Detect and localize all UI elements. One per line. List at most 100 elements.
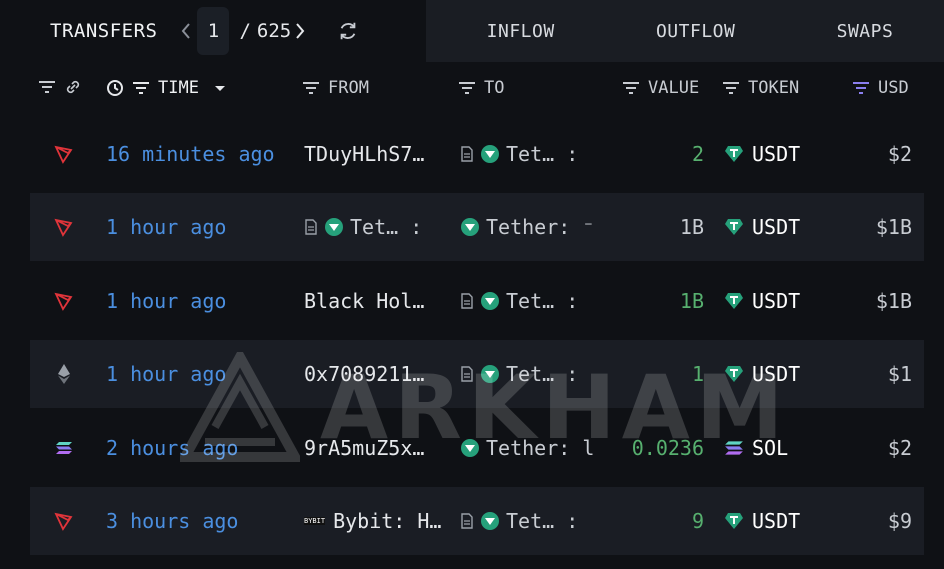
to-label: Tether: ⁻ — [486, 215, 595, 239]
to-address[interactable]: Tether: ⁻ — [460, 193, 594, 261]
contract-doc-icon — [461, 366, 473, 382]
value-column-header[interactable]: VALUE — [622, 78, 699, 98]
transfers-header: TRANSFERS 1 / 625 — [0, 0, 426, 62]
filter-icon[interactable] — [852, 82, 870, 94]
usd-column-label: USD — [878, 78, 909, 98]
usdt-icon — [725, 513, 743, 529]
from-address[interactable]: 0x7089211… — [304, 340, 424, 408]
from-address[interactable]: 9rA5muZ5x… — [304, 414, 424, 482]
chevron-left-icon[interactable] — [177, 18, 195, 44]
value-amount: 1B — [679, 289, 704, 313]
chain-filter[interactable] — [38, 78, 82, 96]
token-symbol: USDT — [752, 362, 801, 386]
token-column-header[interactable]: TOKEN — [722, 78, 799, 98]
time-link[interactable]: 2 hours ago — [106, 414, 238, 482]
tether-icon — [461, 439, 479, 457]
to-column-header[interactable]: TO — [458, 78, 504, 98]
tab-outflow[interactable]: OUTFLOW — [656, 21, 735, 42]
table-row[interactable]: 16 minutes ago TDuyHLhS7… Tet… : 2 USDT … — [30, 120, 924, 188]
to-address[interactable]: Tet… : — [460, 340, 578, 408]
to-address[interactable]: Tet… : — [460, 487, 578, 555]
contract-doc-icon — [305, 219, 317, 235]
column-header: TIME FROM TO VALUE TOKEN USD — [0, 62, 944, 116]
usd-amount: $2 — [887, 142, 912, 166]
tron-icon — [54, 487, 74, 555]
chevron-right-icon[interactable] — [291, 18, 309, 44]
flow-tabs: INFLOW OUTFLOW SWAPS — [426, 0, 944, 62]
from-label: Bybit: H… — [333, 509, 442, 533]
usdt-icon — [725, 293, 743, 309]
usd-amount: $9 — [887, 509, 912, 533]
token-symbol: USDT — [752, 509, 801, 533]
from-address[interactable]: Black Hol… — [304, 267, 424, 335]
usdt-icon — [725, 366, 743, 382]
ethereum-icon — [54, 340, 74, 408]
bybit-logo: BYBIT — [304, 517, 326, 525]
token[interactable]: USDT — [724, 120, 800, 188]
to-address[interactable]: Tet… : — [460, 120, 578, 188]
time-link[interactable]: 1 hour ago — [106, 267, 226, 335]
tab-swaps[interactable]: SWAPS — [837, 21, 894, 42]
page-current-input[interactable]: 1 — [197, 7, 230, 55]
transfers-title: TRANSFERS — [50, 20, 158, 42]
token[interactable]: USDT — [724, 487, 800, 555]
time-link[interactable]: 16 minutes ago — [106, 120, 275, 188]
value-amount: 9 — [691, 509, 704, 533]
to-label: Tet… : — [506, 362, 579, 386]
clock-icon — [107, 80, 123, 96]
token[interactable]: USDT — [724, 193, 800, 261]
link-icon[interactable] — [64, 78, 82, 96]
filter-icon — [39, 81, 55, 93]
filter-icon[interactable] — [622, 82, 640, 94]
tether-icon — [481, 512, 499, 530]
tether-icon — [481, 145, 499, 163]
table-row[interactable]: 1 hour ago Black Hol… Tet… : 1B USDT $1B — [30, 267, 924, 335]
time-link[interactable]: 1 hour ago — [106, 340, 226, 408]
from-address[interactable]: BYBIT Bybit: H… — [304, 487, 441, 555]
table-row[interactable]: 2 hours ago 9rA5muZ5x… Tether: l 0.0236 … — [30, 414, 924, 482]
table-row[interactable]: 1 hour ago 0x7089211… Tet… : 1 USDT $1 — [30, 340, 924, 408]
to-column-label: TO — [484, 78, 505, 98]
time-link[interactable]: 1 hour ago — [106, 193, 226, 261]
token[interactable]: SOL — [724, 414, 788, 482]
tab-inflow[interactable]: INFLOW — [487, 21, 555, 42]
refresh-icon[interactable] — [337, 20, 359, 42]
time-column-label: TIME — [158, 78, 199, 98]
sol-icon — [725, 441, 743, 455]
token[interactable]: USDT — [724, 267, 800, 335]
tron-icon — [54, 193, 74, 261]
tether-icon — [481, 365, 499, 383]
time-link[interactable]: 3 hours ago — [106, 487, 238, 555]
table-row[interactable]: 1 hour ago Tet… : Tether: ⁻ 1B USDT $1B — [30, 193, 924, 261]
table-row[interactable]: 3 hours ago BYBIT Bybit: H… Tet… : 9 USD… — [30, 487, 924, 555]
filter-icon[interactable] — [132, 82, 150, 94]
to-address[interactable]: Tether: l — [460, 414, 594, 482]
value-amount: 2 — [691, 142, 704, 166]
to-label: Tet… : — [506, 509, 579, 533]
filter-icon[interactable] — [458, 82, 476, 94]
time-column-header[interactable]: TIME — [106, 78, 227, 98]
from-address[interactable]: Tet… : — [304, 193, 422, 261]
to-address[interactable]: Tet… : — [460, 267, 578, 335]
to-label: Tet… : — [506, 289, 579, 313]
from-column-header[interactable]: FROM — [302, 78, 369, 98]
sort-desc-icon[interactable] — [213, 83, 227, 93]
filter-icon[interactable] — [302, 82, 320, 94]
pagination: 1 / 625 — [177, 7, 359, 55]
usd-column-header[interactable]: USD — [852, 78, 909, 98]
contract-doc-icon — [461, 146, 473, 162]
page-total: 625 — [256, 20, 292, 42]
filter-icon[interactable] — [722, 82, 740, 94]
value-column-label: VALUE — [648, 78, 700, 98]
tether-icon — [481, 292, 499, 310]
tether-icon — [325, 218, 343, 236]
value-amount: 0.0236 — [631, 436, 704, 460]
token-symbol: USDT — [752, 142, 801, 166]
tron-icon — [54, 120, 74, 188]
token[interactable]: USDT — [724, 340, 800, 408]
token-column-label: TOKEN — [748, 78, 800, 98]
to-label: Tet… : — [506, 142, 579, 166]
page-separator: / — [239, 20, 251, 42]
from-address[interactable]: TDuyHLhS7… — [304, 120, 424, 188]
usd-amount: $1B — [875, 215, 912, 239]
